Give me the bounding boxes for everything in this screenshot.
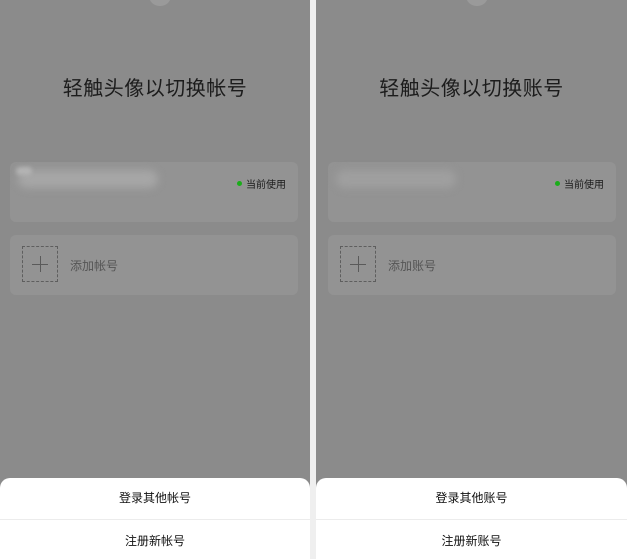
login-other-account-button[interactable]: 登录其他帐号 xyxy=(0,478,310,518)
add-account-box[interactable] xyxy=(340,246,376,282)
current-account-card[interactable]: 当前使用 xyxy=(328,162,616,222)
account-switch-screen-right: 轻触头像以切换账号 当前使用 添加账号 登录其他账号 注册新账号 xyxy=(316,0,627,559)
register-new-account-button[interactable]: 注册新账号 xyxy=(316,521,627,559)
sheet-divider xyxy=(316,519,627,520)
add-account-card[interactable]: 添加账号 xyxy=(328,235,616,295)
plus-icon xyxy=(32,256,48,272)
page-title: 轻触头像以切换帐号 xyxy=(62,76,248,100)
top-avatar[interactable] xyxy=(466,0,488,6)
account-name-blurred xyxy=(18,170,158,188)
add-account-label: 添加帐号 xyxy=(70,259,119,273)
add-account-box[interactable] xyxy=(22,246,58,282)
green-dot-icon xyxy=(237,181,242,186)
register-new-account-button[interactable]: 注册新帐号 xyxy=(0,521,310,559)
status-label: 当前使用 xyxy=(564,180,604,191)
status-badge: 当前使用 xyxy=(237,176,286,191)
account-switch-screen-left: 轻触头像以切换帐号 当前使用 添加帐号 登录其他帐号 注册新帐号 xyxy=(0,0,310,559)
top-avatar[interactable] xyxy=(149,0,171,6)
status-label: 当前使用 xyxy=(246,180,286,191)
bottom-action-sheet: 登录其他账号 注册新账号 xyxy=(316,478,627,559)
green-dot-icon xyxy=(555,181,560,186)
sheet-divider xyxy=(0,519,310,520)
bottom-action-sheet: 登录其他帐号 注册新帐号 xyxy=(0,478,310,559)
plus-icon xyxy=(350,256,366,272)
account-avatar-blurred xyxy=(16,167,32,175)
add-account-label: 添加账号 xyxy=(388,259,437,273)
add-account-card[interactable]: 添加帐号 xyxy=(10,235,298,295)
login-other-account-button[interactable]: 登录其他账号 xyxy=(316,478,627,518)
current-account-card[interactable]: 当前使用 xyxy=(10,162,298,222)
status-badge: 当前使用 xyxy=(555,176,604,191)
page-title: 轻触头像以切换账号 xyxy=(379,76,564,100)
account-name-blurred xyxy=(336,170,456,188)
